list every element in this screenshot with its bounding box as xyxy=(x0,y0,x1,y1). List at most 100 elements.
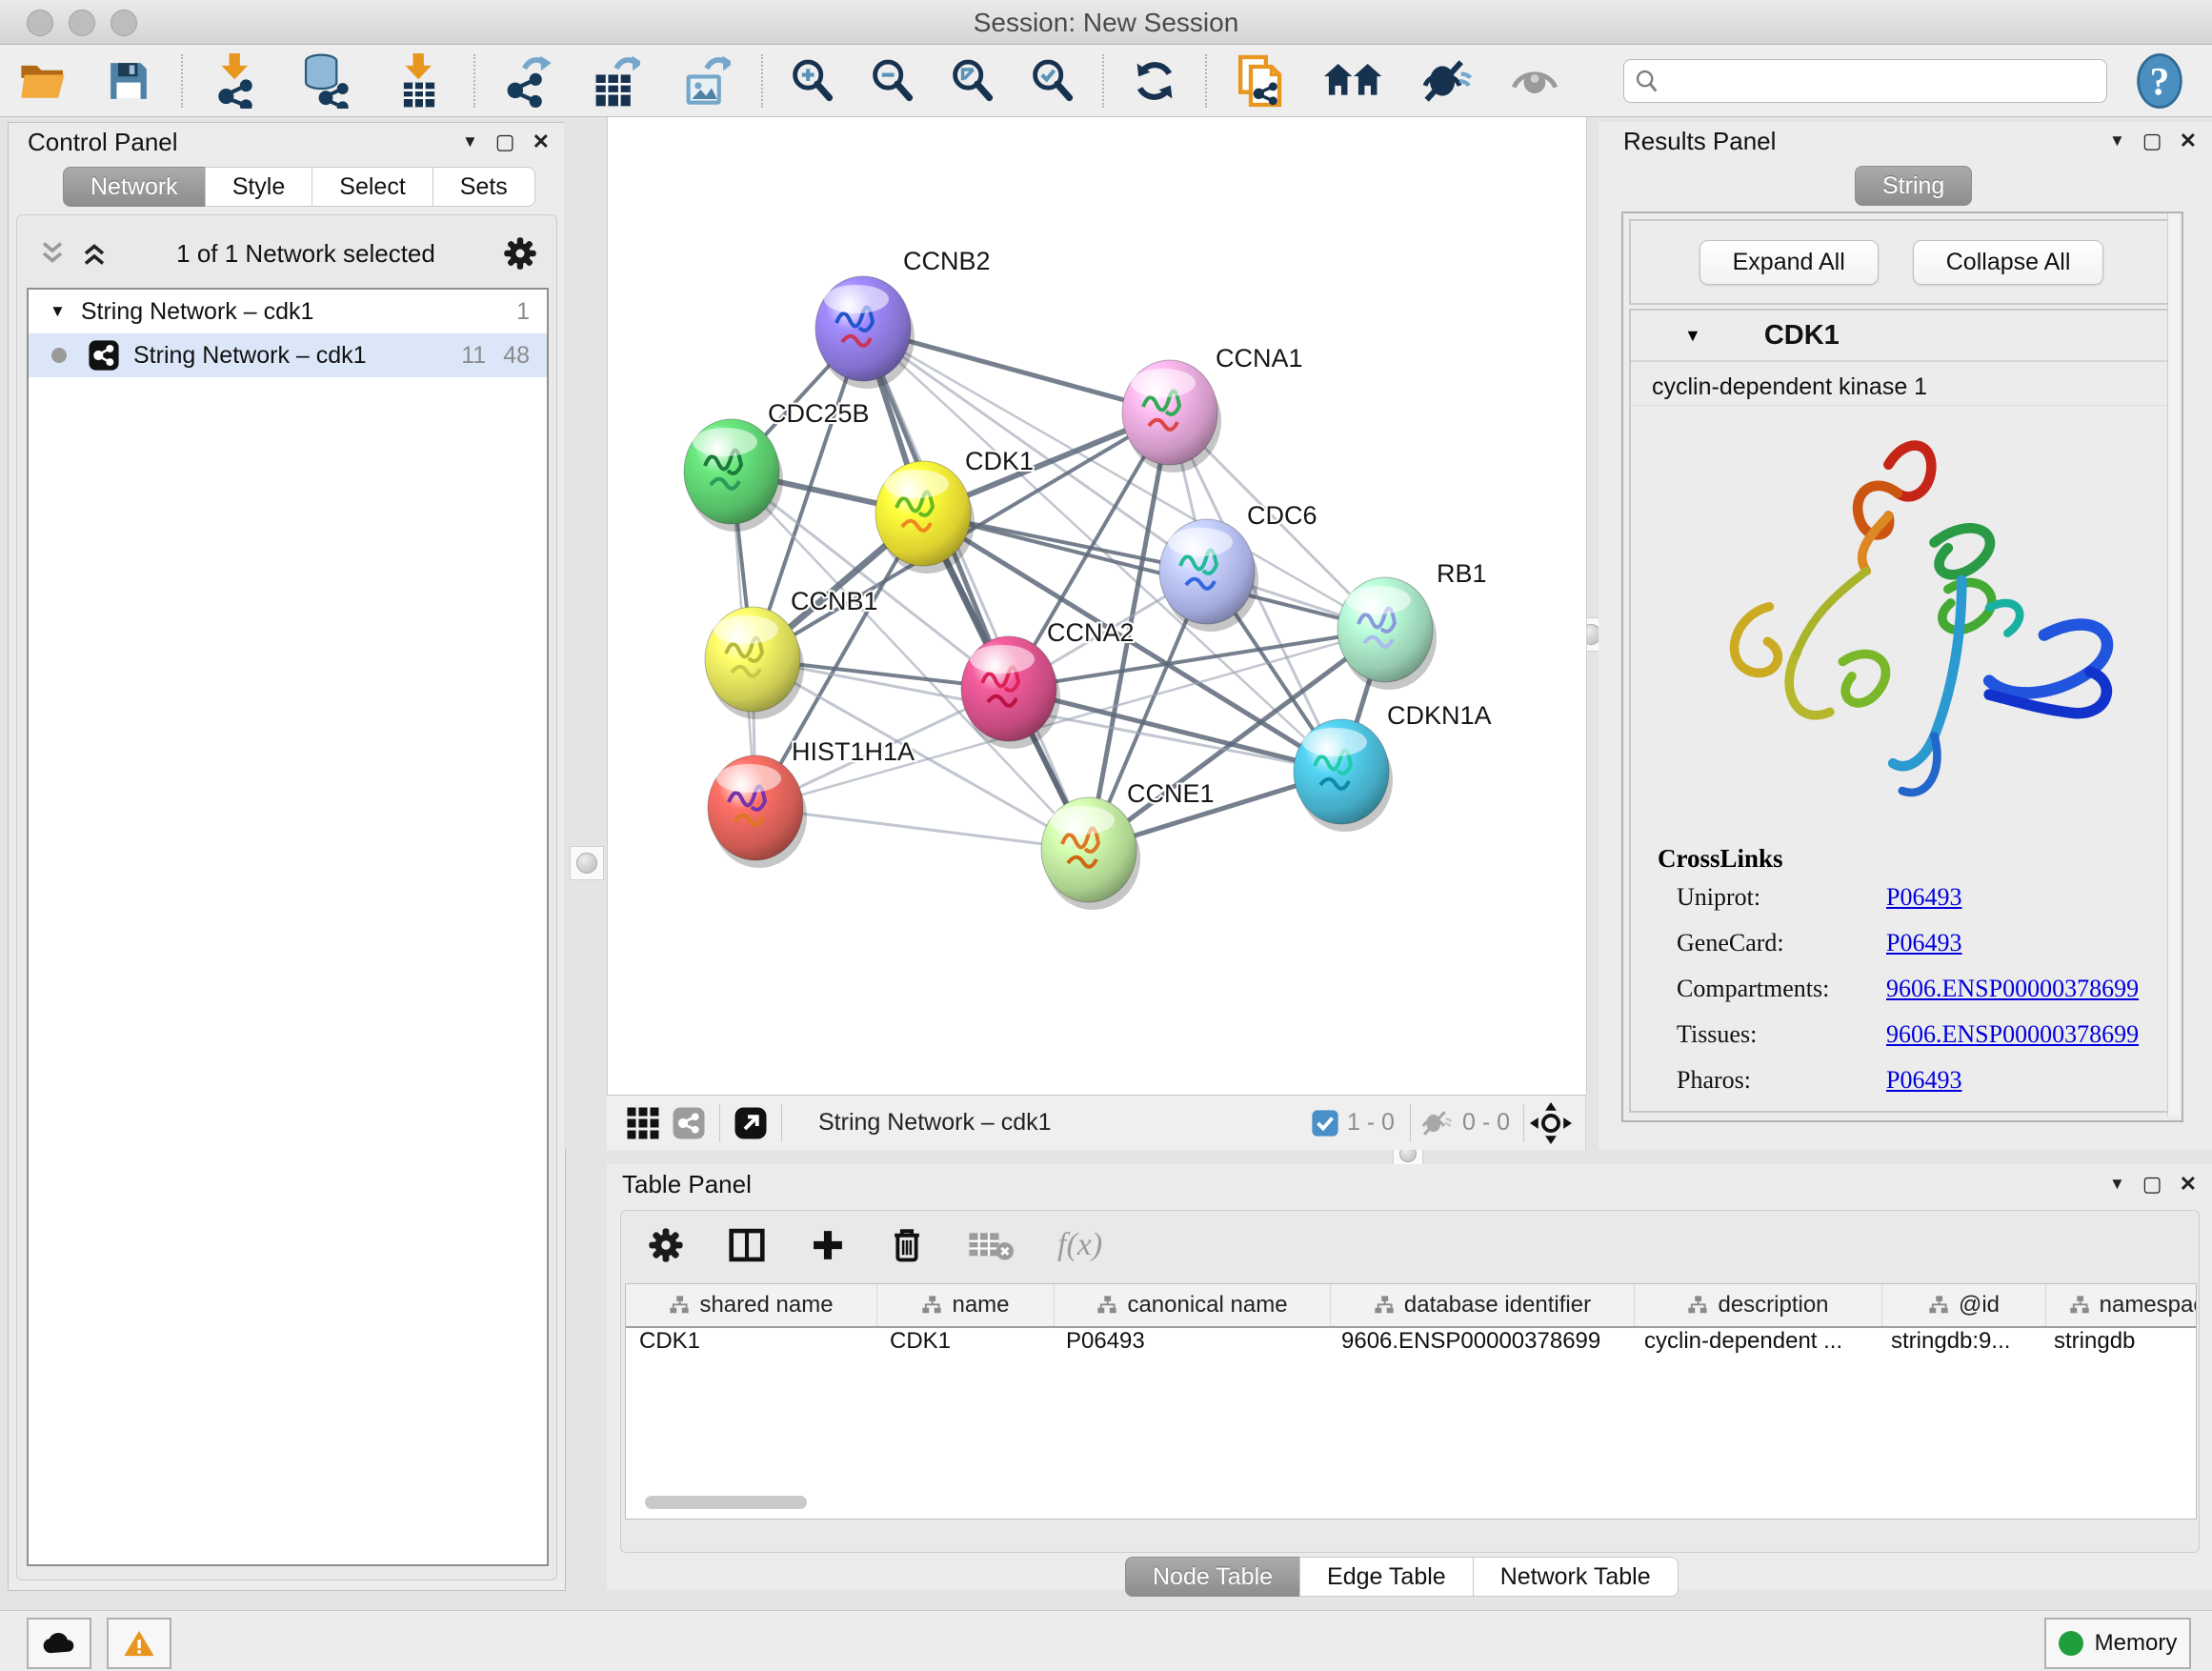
crosslink-link[interactable]: P06493 xyxy=(1886,1066,1961,1095)
clone-network-button[interactable] xyxy=(1217,54,1304,108)
section-expand-icon[interactable]: ▼ xyxy=(1684,326,1701,346)
column-header-name[interactable]: name xyxy=(877,1284,1055,1326)
results-scrollbar[interactable] xyxy=(2167,213,2180,1117)
network-edge[interactable] xyxy=(923,513,1385,630)
left-splitter[interactable] xyxy=(564,117,607,1149)
collapse-all-button[interactable]: Collapse All xyxy=(1913,240,2104,285)
cdk1-section-header[interactable]: ▼ CDK1 xyxy=(1631,311,2172,362)
table-row[interactable]: CDK1CDK1P064939606.ENSP00000378699cyclin… xyxy=(626,1328,2196,1370)
tab-style[interactable]: Style xyxy=(205,167,313,207)
show-all-button[interactable] xyxy=(1491,54,1579,108)
network-graph[interactable]: CCNB2CCNA1CDC25BCDK1CDC6RB1CCNB1CCNA2CDK… xyxy=(608,117,1586,1095)
column-header-namespac[interactable]: namespac xyxy=(2046,1284,2197,1326)
network-node-ccna1[interactable]: CCNA1 xyxy=(1122,344,1303,473)
first-neighbors-button[interactable] xyxy=(1304,54,1403,108)
network-node-hist1h1a[interactable]: HIST1H1A xyxy=(708,737,915,868)
network-options-gear-icon[interactable] xyxy=(503,236,537,271)
network-row-selected[interactable]: String Network – cdk1 11 48 xyxy=(29,333,547,377)
table-cell[interactable]: P06493 xyxy=(1053,1328,1328,1370)
close-panel-icon[interactable]: ✕ xyxy=(533,130,550,154)
warnings-button[interactable] xyxy=(107,1618,171,1669)
hide-selected-button[interactable] xyxy=(1403,54,1491,108)
network-node-cdkn1a[interactable]: CDKN1A xyxy=(1294,701,1492,832)
import-network-file-button[interactable] xyxy=(192,54,278,108)
network-node-cdk1[interactable]: CDK1 xyxy=(875,447,1034,574)
export-image-button[interactable] xyxy=(661,54,752,108)
import-table-file-button[interactable] xyxy=(373,54,464,108)
save-session-button[interactable] xyxy=(86,54,171,108)
zoom-selected-icon xyxy=(1030,58,1076,104)
column-header-database-identifier[interactable]: database identifier xyxy=(1331,1284,1635,1326)
delete-column-trash-icon[interactable] xyxy=(890,1226,924,1264)
refresh-button[interactable] xyxy=(1114,54,1196,108)
column-header-shared-name[interactable]: shared name xyxy=(626,1284,877,1326)
crosslink-label: Compartments: xyxy=(1677,975,1886,1003)
float-panel-icon[interactable]: ▢ xyxy=(495,130,515,154)
zoom-out-button[interactable] xyxy=(853,54,933,108)
zoom-fit-button[interactable] xyxy=(933,54,1013,108)
zoom-selected-button[interactable] xyxy=(1013,54,1093,108)
crosslink-link[interactable]: P06493 xyxy=(1886,929,1961,957)
close-panel-icon[interactable]: ✕ xyxy=(2180,129,2197,153)
column-header-canonical-name[interactable]: canonical name xyxy=(1055,1284,1331,1326)
expand-collapse-box: Expand All Collapse All xyxy=(1629,219,2174,305)
import-network-database-button[interactable] xyxy=(278,54,373,108)
network-view-title: String Network – cdk1 xyxy=(818,1109,1311,1137)
memory-button[interactable]: Memory xyxy=(2044,1618,2191,1669)
network-collection-row[interactable]: ▼ String Network – cdk1 1 xyxy=(29,290,547,333)
show-columns-icon[interactable] xyxy=(728,1227,766,1263)
collapse-panel-icon[interactable]: ▼ xyxy=(462,132,478,151)
search-field[interactable] xyxy=(1623,59,2107,103)
zoom-in-button[interactable] xyxy=(773,54,853,108)
network-thumbnail-icon[interactable] xyxy=(672,1106,706,1140)
export-network-button[interactable] xyxy=(485,54,571,108)
tab-network[interactable]: Network xyxy=(63,167,206,207)
float-panel-icon[interactable]: ▢ xyxy=(2142,129,2162,153)
open-session-button[interactable] xyxy=(0,54,86,108)
detach-view-icon[interactable] xyxy=(734,1106,768,1140)
selected-checkbox-icon[interactable] xyxy=(1311,1109,1339,1137)
search-input[interactable] xyxy=(1660,67,2064,95)
column-header--id[interactable]: @id xyxy=(1882,1284,2046,1326)
network-node-cdc6[interactable]: CDC6 xyxy=(1159,501,1317,632)
tab-node-table[interactable]: Node Table xyxy=(1125,1557,1300,1597)
add-column-icon[interactable] xyxy=(810,1227,846,1263)
table-cell[interactable]: CDK1 xyxy=(876,1328,1053,1370)
string-network-icon xyxy=(88,339,120,372)
float-panel-icon[interactable]: ▢ xyxy=(2142,1172,2162,1197)
birds-eye-view-icon[interactable] xyxy=(1530,1102,1572,1144)
network-node-rb1[interactable]: RB1 xyxy=(1337,559,1487,690)
tab-network-table[interactable]: Network Table xyxy=(1473,1557,1679,1597)
crosslink-link[interactable]: 9606.ENSP00000378699 xyxy=(1886,1020,2139,1049)
cloud-status-button[interactable] xyxy=(27,1618,91,1669)
crosslink-link[interactable]: P06493 xyxy=(1886,883,1961,912)
collapse-all-networks-icon[interactable] xyxy=(80,239,109,268)
collapse-panel-icon[interactable]: ▼ xyxy=(2109,131,2125,151)
tab-sets[interactable]: Sets xyxy=(432,167,535,207)
grid-view-icon[interactable] xyxy=(626,1106,660,1140)
collection-expand-icon[interactable]: ▼ xyxy=(50,302,66,321)
close-panel-icon[interactable]: ✕ xyxy=(2180,1172,2197,1197)
expand-all-networks-icon[interactable] xyxy=(38,239,67,268)
expand-all-button[interactable]: Expand All xyxy=(1699,240,1879,285)
table-cell[interactable]: 9606.ENSP00000378699 xyxy=(1328,1328,1631,1370)
network-node-ccnb2[interactable]: CCNB2 xyxy=(815,247,991,389)
table-cell[interactable]: cyclin-dependent ... xyxy=(1631,1328,1878,1370)
tab-string[interactable]: String xyxy=(1855,166,1972,206)
table-cell[interactable]: stringdb xyxy=(2041,1328,2197,1370)
export-table-button[interactable] xyxy=(571,54,661,108)
table-cell[interactable]: stringdb:9... xyxy=(1878,1328,2041,1370)
column-header-description[interactable]: description xyxy=(1635,1284,1882,1326)
network-node-cdc25b[interactable]: CDC25B xyxy=(684,399,870,532)
collapse-panel-icon[interactable]: ▼ xyxy=(2109,1175,2125,1194)
table-cell[interactable]: CDK1 xyxy=(626,1328,876,1370)
network-view-canvas[interactable]: CCNB2CCNA1CDC25BCDK1CDC6RB1CCNB1CCNA2CDK… xyxy=(607,117,1587,1095)
table-options-gear-icon[interactable] xyxy=(648,1227,684,1263)
help-button[interactable]: ? xyxy=(2107,54,2212,108)
left-splitter-handle[interactable] xyxy=(570,846,604,880)
tab-select[interactable]: Select xyxy=(312,167,432,207)
table-horizontal-scrollbar[interactable] xyxy=(645,1496,807,1509)
tab-edge-table[interactable]: Edge Table xyxy=(1299,1557,1474,1597)
crosslink-link[interactable]: 9606.ENSP00000378699 xyxy=(1886,975,2139,1003)
network-node-ccnb1[interactable]: CCNB1 xyxy=(705,587,878,719)
